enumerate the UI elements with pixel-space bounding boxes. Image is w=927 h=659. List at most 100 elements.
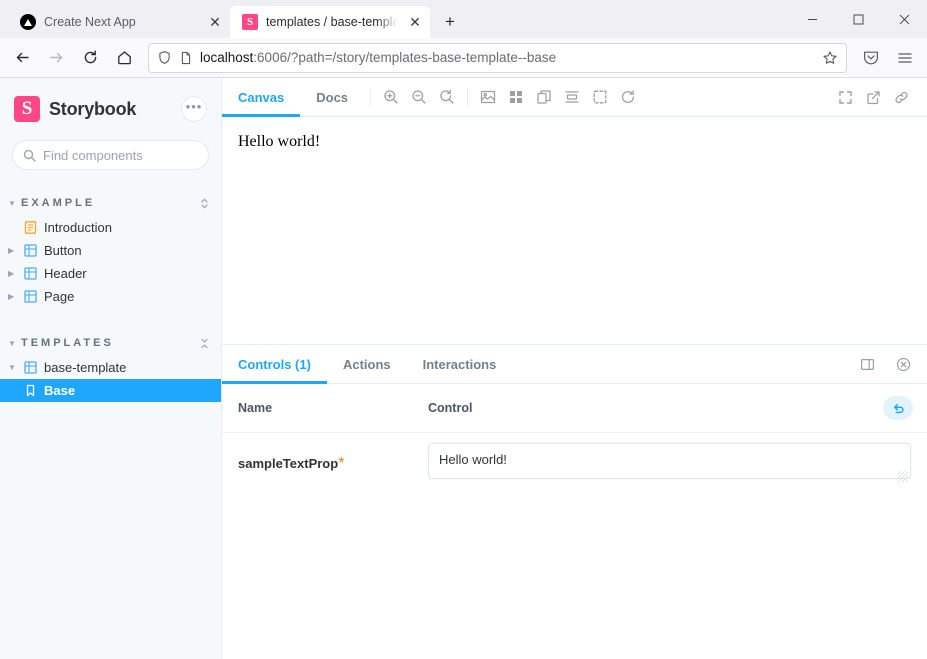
storybook-app: S Storybook ••• / ▼ EXAMPLE — [0, 78, 927, 659]
controls-table-head: Name Control — [222, 384, 927, 433]
panel-position-icon[interactable] — [853, 350, 881, 378]
table-header-row: Name Control — [222, 384, 927, 433]
close-icon[interactable]: ✕ — [406, 13, 424, 31]
reload-icon[interactable] — [74, 42, 106, 74]
required-asterisk: * — [338, 454, 345, 472]
control-input-cell — [412, 433, 927, 495]
tree-item-page[interactable]: ▶ Page — [0, 285, 221, 308]
chevron-down-icon: ▼ — [8, 198, 19, 208]
tree-item-label: Header — [44, 266, 87, 281]
table-row: sampleTextProp* — [222, 433, 927, 495]
tree-item-introduction[interactable]: Introduction — [0, 216, 221, 239]
minimize-icon[interactable] — [789, 0, 835, 38]
background-icon[interactable] — [474, 83, 502, 111]
tree-item-label: Button — [44, 243, 82, 258]
measure-icon[interactable] — [530, 83, 558, 111]
storybook-icon: S — [242, 14, 258, 30]
ruler-icon[interactable] — [558, 83, 586, 111]
tree-item-label: Base — [44, 383, 76, 398]
chevron-right-icon[interactable]: ▶ — [8, 292, 17, 301]
chevron-right-icon[interactable]: ▶ — [8, 269, 17, 278]
outline-icon[interactable] — [586, 83, 614, 111]
tree-item-base-template[interactable]: ▼ base-template — [0, 356, 221, 379]
zoom-reset-icon[interactable] — [433, 83, 461, 111]
tree-item-header[interactable]: ▶ Header — [0, 262, 221, 285]
column-header-control: Control — [412, 384, 867, 433]
close-panel-icon[interactable] — [889, 350, 917, 378]
tab-title: templates / base-template - Base — [266, 15, 398, 29]
control-prop-name: sampleTextProp — [238, 455, 339, 471]
storybook-logo-icon: S — [14, 96, 40, 122]
sidebar-header: S Storybook ••• — [0, 92, 221, 126]
storybook-main: Canvas Docs Hello world! Controls (1) Ac… — [222, 78, 927, 659]
grid-icon[interactable] — [502, 83, 530, 111]
tab-canvas[interactable]: Canvas — [222, 78, 301, 117]
star-icon[interactable] — [822, 50, 838, 66]
tree-item-button[interactable]: ▶ Button — [0, 239, 221, 262]
nextjs-icon — [20, 14, 36, 30]
preview-toolbar: Canvas Docs — [222, 78, 927, 117]
hamburger-menu-icon[interactable] — [889, 42, 921, 74]
group-label: ▼ TEMPLATES — [8, 337, 114, 349]
component-icon — [24, 290, 37, 303]
controls-panel-body: Name Control sampleTextProp* Hello world… — [222, 384, 927, 659]
tab-actions[interactable]: Actions — [327, 345, 407, 383]
maximize-icon[interactable] — [835, 0, 881, 38]
group-title: TEMPLATES — [21, 337, 114, 349]
shield-icon[interactable] — [157, 50, 172, 65]
tree-item-label: Page — [44, 289, 75, 304]
tab-docs[interactable]: Docs — [300, 78, 364, 116]
component-icon — [24, 267, 37, 280]
chevron-right-icon[interactable]: ▶ — [8, 246, 17, 255]
component-icon — [24, 244, 37, 257]
component-icon — [24, 361, 37, 374]
browser-tab-storybook[interactable]: S templates / base-template - Base ✕ — [230, 6, 430, 38]
component-tree: ▼ EXAMPLE Introduction ▶ Button ▶ Header… — [0, 186, 221, 659]
tab-interactions[interactable]: Interactions — [407, 345, 513, 383]
storybook-sidebar: S Storybook ••• / ▼ EXAMPLE — [0, 78, 230, 659]
column-header-reset — [867, 384, 927, 433]
collapse-all-icon[interactable] — [200, 337, 209, 350]
zoom-in-icon[interactable] — [377, 83, 405, 111]
back-arrow-icon[interactable] — [6, 42, 38, 74]
forward-arrow-icon — [40, 42, 72, 74]
panel-actions — [853, 350, 917, 378]
page-info-icon[interactable] — [179, 51, 193, 65]
close-icon[interactable] — [881, 0, 927, 38]
tab-controls[interactable]: Controls (1) — [222, 345, 327, 384]
group-title: EXAMPLE — [21, 197, 96, 209]
preview-canvas: Hello world! — [222, 117, 927, 344]
reset-controls-button[interactable] — [883, 396, 913, 420]
chevron-down-icon[interactable]: ▼ — [8, 363, 17, 372]
search-box[interactable]: / — [12, 140, 230, 170]
remount-icon[interactable] — [614, 83, 642, 111]
control-name-cell: sampleTextProp* — [222, 433, 412, 495]
story-bookmark-icon — [24, 384, 37, 397]
group-label: ▼ EXAMPLE — [8, 197, 95, 209]
browser-tab-strip: Create Next App ✕ S templates / base-tem… — [0, 0, 927, 38]
zoom-out-icon[interactable] — [405, 83, 433, 111]
new-tab-button[interactable]: + — [436, 8, 464, 36]
close-icon[interactable]: ✕ — [206, 13, 224, 31]
pocket-icon[interactable] — [855, 42, 887, 74]
controls-table: Name Control sampleTextProp* Hello world… — [222, 384, 927, 494]
home-icon[interactable] — [108, 42, 140, 74]
storybook-brand[interactable]: S Storybook — [14, 96, 136, 122]
tree-group-templates[interactable]: ▼ TEMPLATES — [0, 330, 221, 356]
browser-tab-create-next-app[interactable]: Create Next App ✕ — [8, 6, 230, 38]
search-input[interactable] — [43, 147, 219, 163]
copy-link-icon[interactable] — [887, 83, 915, 111]
sample-text-prop-input[interactable] — [428, 443, 911, 479]
tree-item-base[interactable]: Base — [0, 379, 221, 402]
window-controls — [789, 0, 927, 38]
preview-tabs: Canvas Docs — [222, 78, 364, 117]
brand-name: Storybook — [49, 98, 137, 119]
url-text: localhost:6006/?path=/story/templates-ba… — [200, 50, 815, 65]
sidebar-menu-button[interactable]: ••• — [181, 96, 207, 122]
address-bar[interactable]: localhost:6006/?path=/story/templates-ba… — [148, 42, 847, 73]
tree-group-example[interactable]: ▼ EXAMPLE — [0, 190, 221, 216]
open-new-tab-icon[interactable] — [859, 83, 887, 111]
fullscreen-icon[interactable] — [831, 83, 859, 111]
tab-title: Create Next App — [44, 15, 136, 29]
expand-collapse-icon[interactable] — [200, 197, 209, 210]
